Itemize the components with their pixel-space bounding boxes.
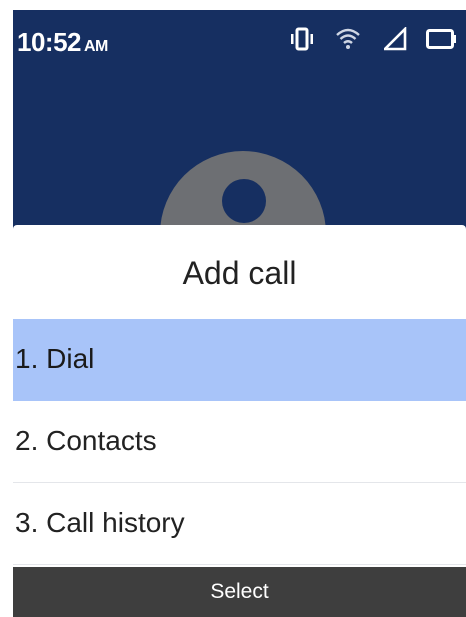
add-call-sheet: Add call 1. Dial 2. Contacts 3. Call his… xyxy=(13,225,466,617)
add-call-menu: 1. Dial 2. Contacts 3. Call history xyxy=(13,319,466,565)
status-icons xyxy=(286,24,466,54)
status-time: 10:52 AM xyxy=(17,26,108,63)
sheet-title: Add call xyxy=(182,255,297,291)
menu-item-label: 2. Contacts xyxy=(15,425,157,456)
wifi-icon xyxy=(336,28,360,49)
menu-item-dial[interactable]: 1. Dial xyxy=(13,319,466,401)
menu-item-contacts[interactable]: 2. Contacts xyxy=(13,401,466,483)
screen: 10:52 AM Add call 1. Dial 2. Contacts 3.… xyxy=(13,10,466,617)
battery-icon xyxy=(426,29,456,49)
status-time-value: 10:52 xyxy=(17,27,82,57)
softkey-select-button[interactable]: Select xyxy=(13,567,466,617)
avatar-head xyxy=(222,179,266,223)
status-time-ampm: AM xyxy=(84,38,108,55)
menu-item-call-history[interactable]: 3. Call history xyxy=(13,483,466,565)
signal-icon xyxy=(384,27,407,51)
status-bar: 10:52 AM xyxy=(13,10,466,68)
menu-item-label: 3. Call history xyxy=(15,507,185,538)
vibrate-icon xyxy=(291,27,313,51)
menu-item-label: 1. Dial xyxy=(15,343,95,374)
softkey-bar: Select xyxy=(13,567,466,617)
